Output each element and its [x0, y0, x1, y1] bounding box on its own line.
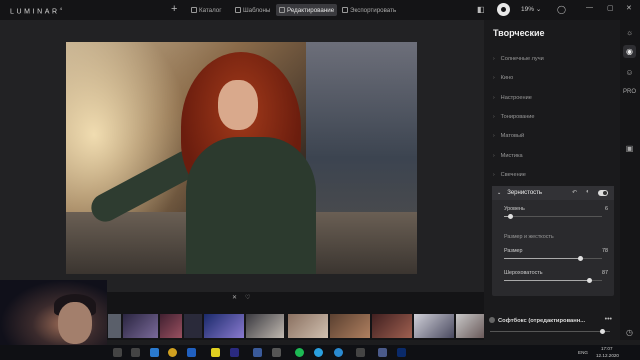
- thumbnail[interactable]: [204, 314, 244, 338]
- input-language[interactable]: ENG: [578, 350, 588, 355]
- photo-preview[interactable]: [66, 42, 417, 274]
- tab-catalog[interactable]: Каталог: [188, 4, 225, 16]
- thumbnail[interactable]: [288, 314, 328, 338]
- essentials-sun-icon[interactable]: ☼: [623, 26, 636, 39]
- chevron-right-icon: ›: [493, 133, 495, 139]
- amount-slider[interactable]: [504, 214, 602, 219]
- amount-label: Уровень: [504, 206, 525, 212]
- history-clock-icon[interactable]: ◷: [623, 326, 636, 339]
- grain-toggle[interactable]: [598, 190, 608, 196]
- minimize-icon[interactable]: —: [586, 4, 593, 11]
- thumbnail[interactable]: [246, 314, 284, 338]
- tool-film[interactable]: › Кино: [493, 72, 613, 84]
- creative-palette-icon[interactable]: ◉: [623, 45, 636, 58]
- windows-taskbar: ENG 17:07 12.12.2020: [0, 345, 640, 360]
- size-label: Размер: [504, 248, 523, 254]
- clock-time[interactable]: 17:07: [601, 346, 613, 351]
- edge-icon[interactable]: [150, 348, 159, 357]
- catalog-icon: [191, 7, 197, 13]
- close-icon[interactable]: ✕: [626, 4, 632, 12]
- pro-tools-icon[interactable]: PRO: [623, 86, 636, 99]
- chevron-right-icon: ›: [493, 172, 495, 178]
- thumbnail[interactable]: [330, 314, 370, 338]
- thumbnail[interactable]: [160, 314, 182, 338]
- app-icon[interactable]: [272, 348, 281, 357]
- preset-amount-slider[interactable]: [490, 329, 610, 334]
- chevron-right-icon: ›: [493, 75, 495, 81]
- top-bar: LUMINAR4 + Каталог Шаблоны Редактировани…: [0, 0, 640, 20]
- zoom-level[interactable]: 19% ⌄: [521, 5, 541, 13]
- preview-eye-icon[interactable]: [497, 3, 510, 16]
- app-icon[interactable]: [230, 348, 239, 357]
- tab-edit[interactable]: Редактирование: [276, 4, 338, 16]
- portrait-face-icon[interactable]: ☺: [623, 66, 636, 79]
- canvas-icon[interactable]: ▣: [623, 142, 636, 155]
- close-filmstrip-icon[interactable]: ✕: [232, 294, 237, 301]
- edit-icon: [279, 7, 285, 13]
- photoshop-icon[interactable]: [397, 348, 406, 357]
- preset-bar: Софтбокс (отредактированн... •••: [484, 314, 620, 340]
- app-icon[interactable]: [356, 348, 365, 357]
- right-icon-bar: ☼ ◉ ☺ PRO ▣ ◷: [620, 20, 640, 340]
- app-icon[interactable]: [211, 348, 220, 357]
- more-options-icon[interactable]: •••: [605, 316, 612, 323]
- thumbnail[interactable]: [372, 314, 412, 338]
- tool-mood[interactable]: › Настроение: [493, 92, 613, 104]
- tool-sunrays[interactable]: › Солнечные лучи: [493, 53, 613, 65]
- preset-icon: [489, 317, 495, 323]
- size-roughness-heading: Размер и жесткость: [504, 234, 554, 240]
- grain-header[interactable]: ⌄ Зернистость ↶ ◐: [492, 186, 614, 200]
- thumbnail[interactable]: [414, 314, 454, 338]
- add-icon[interactable]: +: [171, 3, 177, 15]
- thumbnail[interactable]: [108, 314, 121, 338]
- favorite-heart-icon[interactable]: ♡: [245, 294, 250, 301]
- chrome-icon[interactable]: [168, 348, 177, 357]
- export-icon: [342, 7, 348, 13]
- undo-icon[interactable]: ↶: [572, 189, 577, 196]
- panel-title: Творческие: [493, 28, 545, 38]
- templates-icon: [235, 7, 241, 13]
- taskview-icon[interactable]: [113, 348, 122, 357]
- roughness-slider[interactable]: [504, 278, 602, 283]
- thumbnail[interactable]: [184, 314, 202, 338]
- luminar-taskbar-icon[interactable]: [378, 348, 387, 357]
- chevron-down-icon: ⌄: [497, 190, 502, 196]
- compare-icon[interactable]: ◧: [477, 5, 485, 14]
- tool-matte[interactable]: › Матовый: [493, 130, 613, 142]
- spotify-icon[interactable]: [295, 348, 304, 357]
- roughness-value: 87: [602, 270, 608, 276]
- chevron-right-icon: ›: [493, 114, 495, 120]
- tool-mystical[interactable]: › Мистика: [493, 150, 613, 162]
- clock-date[interactable]: 12.12.2020: [596, 353, 619, 358]
- tab-templates[interactable]: Шаблоны: [232, 4, 273, 16]
- chevron-right-icon: ›: [493, 56, 495, 62]
- size-slider[interactable]: [504, 256, 602, 261]
- maximize-icon[interactable]: ▢: [607, 4, 614, 12]
- tools-panel: Творческие › Солнечные лучи › Кино › Настро…: [484, 20, 620, 340]
- size-value: 78: [602, 248, 608, 254]
- roughness-label: Шероховатость: [504, 270, 543, 276]
- tool-glow[interactable]: › Свечение: [493, 169, 613, 181]
- app-icon[interactable]: [187, 348, 196, 357]
- amount-value: 6: [605, 206, 608, 212]
- app-logo: LUMINAR4: [10, 6, 62, 16]
- thumbnail[interactable]: [456, 314, 484, 338]
- store-icon[interactable]: [131, 348, 140, 357]
- app-icon[interactable]: [334, 348, 343, 357]
- grain-tool-expanded: ⌄ Зернистость ↶ ◐ Уровень 6 Размер и жес…: [492, 186, 614, 296]
- app-icon[interactable]: [253, 348, 262, 357]
- chevron-right-icon: ›: [493, 95, 495, 101]
- tool-toning[interactable]: › Тонирование: [493, 111, 613, 123]
- chevron-right-icon: ›: [493, 153, 495, 159]
- user-icon[interactable]: ◯: [557, 5, 566, 14]
- thumbnail[interactable]: [123, 314, 158, 338]
- mask-icon[interactable]: ◐: [586, 189, 590, 195]
- telegram-icon[interactable]: [314, 348, 323, 357]
- tab-export[interactable]: Экспортировать: [339, 4, 399, 16]
- preset-name[interactable]: Софтбокс (отредактированн...: [498, 318, 585, 324]
